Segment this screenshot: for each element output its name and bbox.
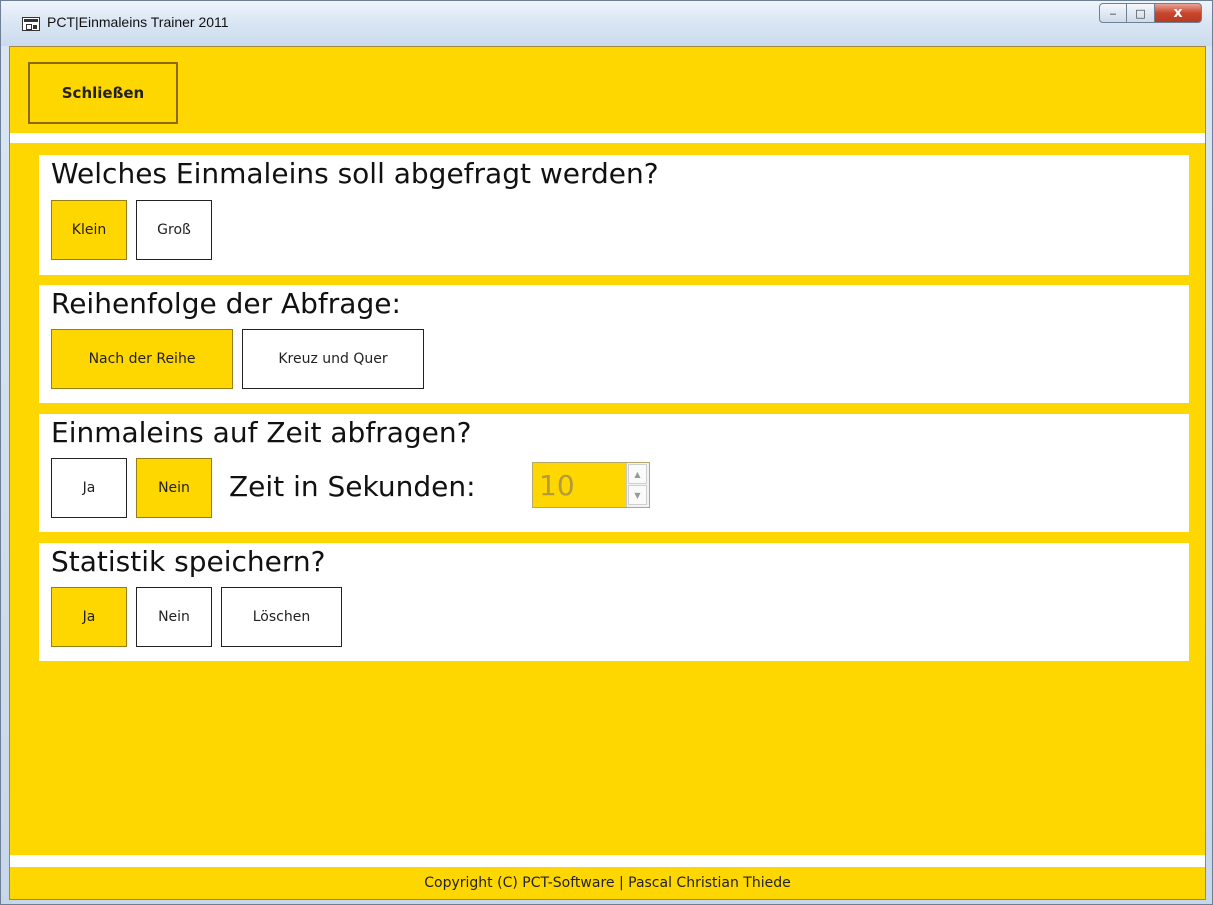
option-kreuz-und-quer-button[interactable]: Kreuz und Quer: [242, 329, 424, 389]
option-nach-der-reihe-button[interactable]: Nach der Reihe: [51, 329, 233, 389]
window-close-button[interactable]: x: [1155, 3, 1202, 23]
reihenfolge-question: Reihenfolge der Abfrage:: [51, 287, 401, 320]
einmaleins-question: Welches Einmaleins soll abgefragt werden…: [51, 157, 659, 190]
statistik-nein-button[interactable]: Nein: [136, 587, 212, 647]
seconds-value[interactable]: 10: [539, 469, 575, 502]
minimize-button[interactable]: ‒: [1099, 3, 1127, 23]
statistik-question: Statistik speichern?: [51, 545, 326, 578]
reihenfolge-panel: Reihenfolge der Abfrage: Nach der Reihe …: [39, 285, 1189, 403]
minimize-icon: ‒: [1109, 6, 1117, 20]
spinner-up-button[interactable]: ▲: [628, 464, 647, 484]
chevron-down-icon: ▼: [634, 490, 641, 500]
caption-buttons: ‒ □ x: [1099, 3, 1202, 25]
footer: Copyright (C) PCT-Software | Pascal Chri…: [10, 867, 1205, 899]
maximize-icon: □: [1135, 6, 1146, 20]
close-icon: x: [1173, 5, 1183, 21]
schliessen-button[interactable]: Schließen: [28, 62, 178, 124]
statistik-loeschen-button[interactable]: Löschen: [221, 587, 342, 647]
header-divider: [10, 133, 1205, 143]
einmaleins-panel: Welches Einmaleins soll abgefragt werden…: [39, 155, 1189, 275]
zeit-panel: Einmaleins auf Zeit abfragen? Ja Nein Ze…: [39, 414, 1189, 532]
chevron-up-icon: ▲: [634, 469, 641, 479]
spinner-buttons: ▲ ▼: [626, 463, 649, 507]
spinner-down-button[interactable]: ▼: [628, 485, 647, 505]
app-window: PCT|Einmaleins Trainer 2011 ‒ □ x Schlie…: [0, 0, 1213, 905]
zeit-ja-button[interactable]: Ja: [51, 458, 127, 518]
statistik-panel: Statistik speichern? Ja Nein Löschen: [39, 543, 1189, 661]
maximize-button[interactable]: □: [1127, 3, 1155, 23]
statistik-ja-button[interactable]: Ja: [51, 587, 127, 647]
window-title: PCT|Einmaleins Trainer 2011: [47, 14, 229, 30]
option-klein-button[interactable]: Klein: [51, 200, 127, 260]
seconds-spinner[interactable]: 10 ▲ ▼: [532, 462, 650, 508]
footer-divider: [10, 855, 1205, 867]
client-area: Schließen Welches Einmaleins soll abgefr…: [9, 46, 1206, 900]
seconds-label: Zeit in Sekunden:: [229, 470, 476, 503]
copyright-text: Copyright (C) PCT-Software | Pascal Chri…: [424, 875, 791, 891]
app-icon[interactable]: [22, 17, 40, 31]
option-gross-button[interactable]: Groß: [136, 200, 212, 260]
zeit-question: Einmaleins auf Zeit abfragen?: [51, 416, 472, 449]
title-bar[interactable]: PCT|Einmaleins Trainer 2011 ‒ □ x: [1, 1, 1212, 46]
zeit-nein-button[interactable]: Nein: [136, 458, 212, 518]
